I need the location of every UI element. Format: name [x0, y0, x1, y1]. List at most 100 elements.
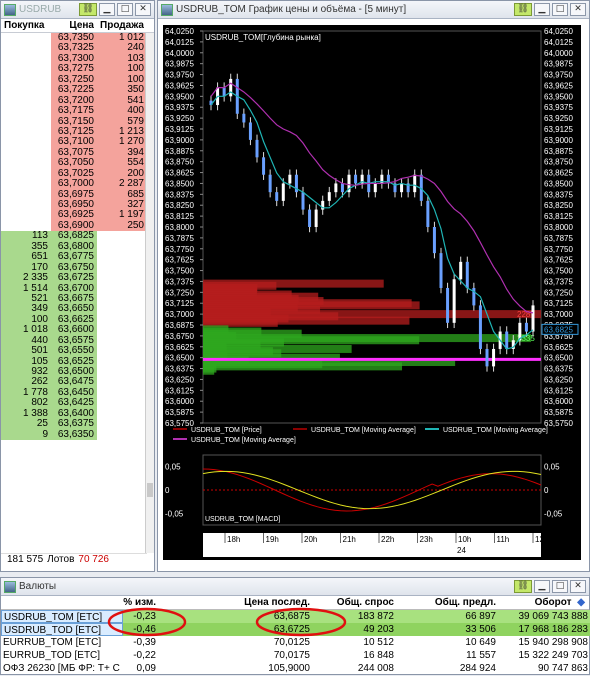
bid-qty: [1, 169, 51, 179]
ask-qty: [97, 419, 147, 429]
bid-depth-bar: [203, 366, 215, 375]
ask-qty: 250: [97, 220, 147, 232]
maximize-button[interactable]: □: [117, 3, 133, 16]
macd-axis-label-left: 0,05: [165, 463, 181, 472]
minimize-button[interactable]: ▁: [99, 3, 115, 16]
table-close-button[interactable]: ✕: [570, 580, 586, 593]
candle-body: [373, 183, 377, 193]
order-book-row[interactable]: 63,7000 2 287: [1, 178, 154, 190]
order-book-row[interactable]: 63,7175 400: [1, 105, 154, 117]
ask-qty: [97, 336, 147, 346]
bid-qty: [1, 117, 51, 127]
order-book-row[interactable]: 501 63,6550: [1, 345, 154, 357]
last-price: 70,0125: [273, 637, 310, 648]
price-axis-label-left: 63,7875: [165, 234, 194, 243]
candle-body: [340, 183, 344, 193]
order-book-row[interactable]: 9 63,6350: [1, 429, 154, 441]
ask-qty: [97, 409, 147, 419]
chart-plot-area[interactable]: 64,0250 64,0250 64,0125 64,0125 64,0000 64,00…: [163, 25, 581, 560]
bid-header[interactable]: Покупка: [1, 19, 51, 32]
table-maximize-button[interactable]: □: [552, 580, 568, 593]
bid-qty: [1, 190, 51, 200]
table-row[interactable]: ОФЗ 26230 [МБ ФР: Т+ С 0,09 105,9000 244 00…: [1, 662, 589, 675]
price-axis-label-left: 63,6875: [165, 321, 194, 330]
legend-label: USDRUB_TOM [Moving Average]: [443, 427, 548, 434]
time-label: 10h: [458, 535, 471, 544]
total-offer: 284 924: [459, 663, 496, 674]
order-book-scrollbar[interactable]: [145, 33, 154, 553]
candle-body: [485, 348, 489, 367]
chart-minimize-button[interactable]: ▁: [534, 3, 550, 16]
bid-qty: 501: [1, 345, 51, 357]
price-axis-label-right: 63,8750: [544, 158, 573, 167]
col-header-bid[interactable]: Общ. спрос: [313, 596, 397, 609]
price-axis-label-right: 63,5750: [544, 419, 573, 428]
candle-body: [334, 183, 338, 193]
table-minimize-button[interactable]: ▁: [534, 580, 550, 593]
price-axis-label-left: 63,8625: [165, 169, 194, 178]
candle-body: [268, 174, 272, 193]
price-axis-label-left: 63,6750: [165, 332, 194, 341]
candle-body: [288, 174, 292, 184]
chart-app-icon: [161, 3, 173, 16]
turnover: 17 968 186 283: [499, 623, 590, 636]
time-label: 20h: [304, 535, 317, 544]
last-price: 63,6875: [235, 610, 313, 623]
ask-qty: [97, 284, 147, 294]
table-row[interactable]: USDRUB_TOM [ETC] -0,23 63,6875 183 872 66 89…: [1, 610, 590, 623]
table-row[interactable]: EURRUB_TOM [ETC] -0,39 70,0125 10 512 10 649…: [1, 636, 589, 649]
candle-body: [400, 183, 404, 193]
chart-maximize-button[interactable]: □: [552, 3, 568, 16]
chart-link-icon[interactable]: ⛓: [514, 3, 532, 16]
price-axis-label-left: 63,8500: [165, 179, 194, 188]
bid-qty: [1, 127, 51, 137]
macd-axis-label-left: 0: [165, 486, 170, 495]
col-header-name[interactable]: [1, 596, 123, 609]
price-chart-svg[interactable]: 64,0250 64,0250 64,0125 64,0125 64,0000 64,00…: [163, 25, 581, 560]
table-row[interactable]: USDRUB_TOD [ETC] -0,46 63,6725 49 203 33 506…: [1, 623, 590, 636]
bid-depth-bar: [203, 362, 403, 371]
ask-header[interactable]: Продажа: [97, 19, 147, 32]
table-row[interactable]: EURRUB_TOD [ETC] -0,22 70,0175 16 848 11 557…: [1, 649, 589, 662]
price-cell: 63,6725: [51, 272, 97, 284]
candle-body: [459, 261, 463, 280]
total-offer: 10 649: [465, 637, 496, 648]
price-axis-label-left: 63,9000: [165, 136, 194, 145]
ask-qty: [97, 294, 147, 304]
col-header-offer[interactable]: Общ. предл.: [397, 596, 499, 609]
time-label: 22h: [381, 535, 394, 544]
bid-qty: [1, 85, 51, 95]
price-axis-label-left: 63,6625: [165, 343, 194, 352]
order-book-row[interactable]: 2 335 63,6725: [1, 272, 154, 284]
bid-qty: [1, 148, 51, 158]
bid-qty: [1, 96, 51, 106]
ask-qty: [97, 346, 147, 356]
table-app-icon: [4, 580, 16, 593]
link-icon[interactable]: ⛓: [79, 3, 97, 16]
price-header[interactable]: Цена: [51, 19, 97, 32]
close-button[interactable]: ✕: [135, 3, 151, 16]
price-axis-label-right: 63,7750: [544, 245, 573, 254]
price-axis-label-right: 63,7250: [544, 288, 573, 297]
order-book-titlebar: USDRUB ⛓ ▁ □ ✕: [1, 1, 154, 19]
bid-qty: [1, 43, 51, 53]
chart-titlebar: USDRUB_TOM График цены и объёма - [5 мин…: [158, 1, 589, 19]
legend-label: USDRUB_TOM [Moving Average]: [191, 437, 296, 444]
price-axis-label-left: 63,8750: [165, 158, 194, 167]
total-bid: 183 872: [313, 610, 397, 623]
chart-close-button[interactable]: ✕: [570, 3, 586, 16]
scroll-thumb[interactable]: [147, 483, 153, 497]
col-header-change[interactable]: % изм.: [123, 596, 159, 609]
order-book-rows: 63,7350 1 012 63,7325 240 63,7300 103 63,7275 1…: [1, 32, 154, 441]
col-header-last[interactable]: Цена послед.: [235, 596, 313, 609]
price-axis-label-left: 63,9750: [165, 71, 194, 80]
price-axis-label-left: 63,5875: [165, 408, 194, 417]
table-link-icon[interactable]: ⛓: [514, 580, 532, 593]
col-header-turnover[interactable]: Оборот ◆: [499, 596, 590, 609]
ask-qty: [97, 252, 147, 262]
price-axis-label-right: 63,9875: [544, 60, 573, 69]
price-axis-label-right: 64,0250: [544, 27, 573, 36]
price-axis-label-right: 63,5875: [544, 408, 573, 417]
bid-qty: [1, 179, 51, 189]
last-price: 70,0175: [273, 650, 310, 661]
